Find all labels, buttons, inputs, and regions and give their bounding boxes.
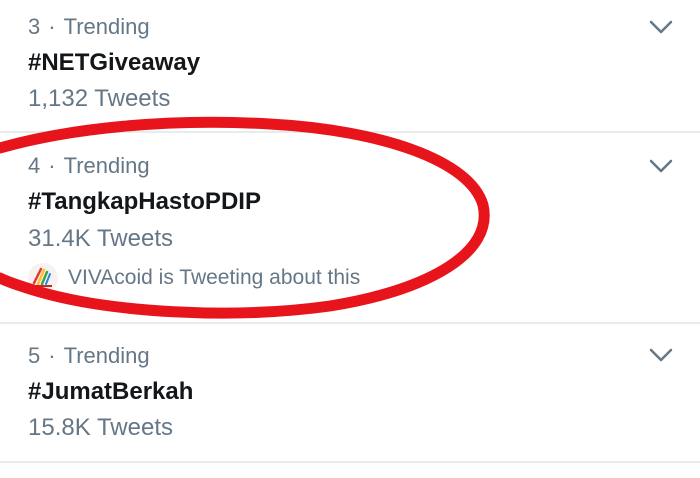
trend-category: Trending — [63, 343, 150, 368]
trend-category: Trending — [63, 153, 150, 178]
avatar[interactable] — [28, 263, 58, 293]
trend-meta: 3 · Trending — [28, 14, 150, 40]
trend-item[interactable]: 3 · Trending #NETGiveaway 1,132 Tweets — [0, 0, 700, 132]
chevron-down-icon[interactable] — [648, 157, 674, 175]
trend-hashtag[interactable]: #NETGiveaway — [28, 48, 200, 78]
trend-tweet-count: 15.8K Tweets — [28, 414, 173, 441]
trend-meta: 5 · Trending — [28, 343, 150, 369]
chevron-down-icon[interactable] — [648, 346, 674, 364]
trend-separator: · — [48, 153, 56, 178]
trend-hashtag[interactable]: #JumatBerkah — [28, 377, 193, 407]
avatar-logo-icon — [28, 263, 58, 293]
trend-hashtag[interactable]: #TangkapHastoPDIP — [28, 187, 261, 217]
trend-separator: · — [48, 343, 56, 368]
trend-rank: 5 — [28, 343, 41, 368]
chevron-down-icon[interactable] — [648, 18, 674, 36]
trend-separator: · — [48, 14, 56, 39]
trend-item[interactable]: 5 · Trending #JumatBerkah 15.8K Tweets — [0, 324, 700, 462]
trends-list: 3 · Trending #NETGiveaway 1,132 Tweets 4 · T… — [0, 0, 700, 478]
trend-tweet-count: 1,132 Tweets — [28, 85, 171, 112]
trend-item[interactable]: 4 · Trending #TangkapHastoPDIP 31.4K Tweet… — [0, 133, 700, 322]
trend-context-text: VIVAcoid is Tweeting about this — [68, 266, 361, 289]
trend-category: Trending — [63, 14, 150, 39]
trend-tweet-count: 31.4K Tweets — [28, 225, 173, 252]
divider — [0, 461, 700, 463]
trend-rank: 4 — [28, 153, 41, 178]
trend-meta: 4 · Trending — [28, 153, 150, 179]
trend-rank: 3 — [28, 14, 41, 39]
